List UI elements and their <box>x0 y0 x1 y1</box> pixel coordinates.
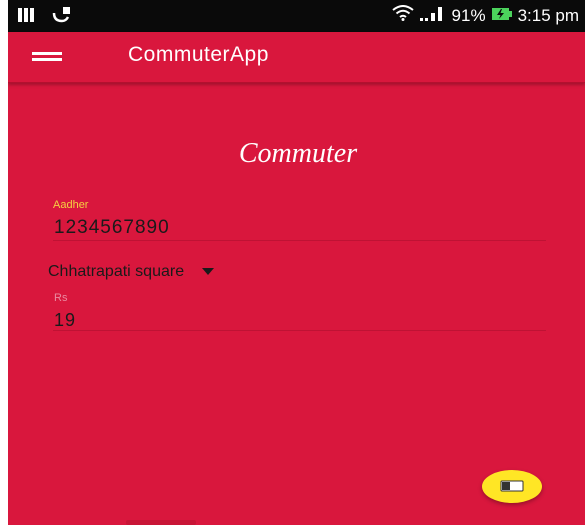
app-title: CommuterApp <box>128 43 269 66</box>
aadher-label: Aadher <box>53 199 89 211</box>
aadher-underline <box>53 240 546 241</box>
fare-label: Rs <box>54 292 68 304</box>
sim-icon <box>18 8 38 27</box>
station-selected: Chhatrapati square <box>48 263 185 280</box>
bottom-nav-indicator <box>126 520 196 525</box>
hamburger-menu-icon <box>32 52 62 61</box>
wifi-icon <box>391 5 414 26</box>
menu-button[interactable] <box>32 46 68 68</box>
dropdown-arrow-icon <box>202 268 215 275</box>
notification-icon <box>52 7 72 28</box>
svg-text:Commuter: Commuter <box>239 138 357 169</box>
fare-input[interactable]: 19 <box>54 310 76 331</box>
status-bar: 91% 3:15 pm <box>8 0 585 32</box>
station-spinner[interactable]: Chhatrapati square <box>48 260 215 284</box>
commuter-logo: Commuter <box>239 138 357 169</box>
ticket-icon <box>500 480 524 492</box>
signal-icon <box>419 5 446 26</box>
app-bar: CommuterApp <box>8 32 585 83</box>
clock: 3:15 pm <box>517 5 579 25</box>
battery-charging-icon <box>491 6 512 26</box>
battery-percent: 91% <box>451 5 486 25</box>
app-screen: 91% 3:15 pm CommuterApp Commuter Aadher … <box>8 0 585 525</box>
fare-underline <box>53 330 546 331</box>
book-ticket-fab[interactable] <box>482 470 542 503</box>
aadher-input[interactable]: 1234567890 <box>54 217 170 239</box>
